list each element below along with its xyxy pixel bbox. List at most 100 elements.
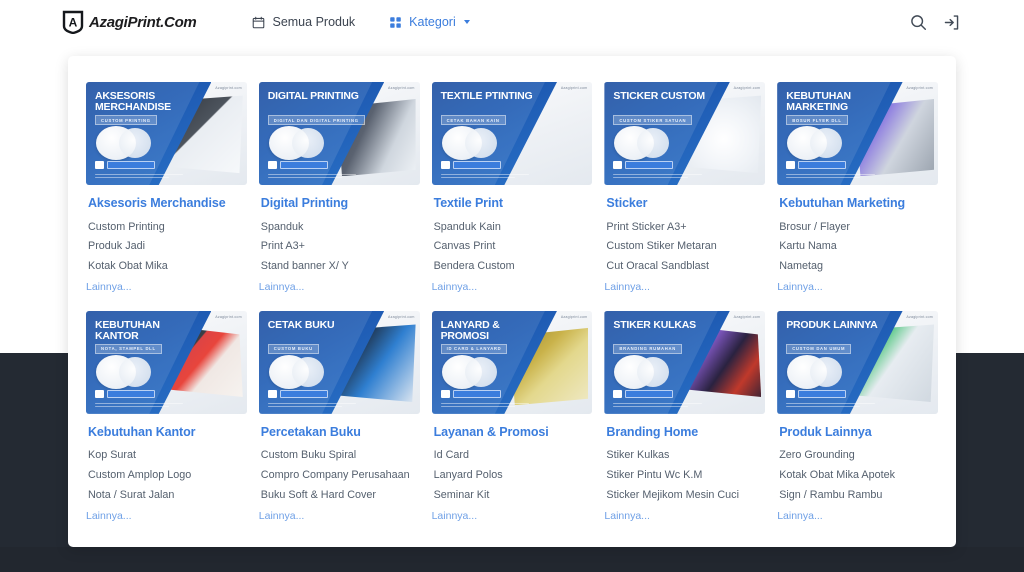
category-banner[interactable]: Azagiprint.com LANYARD & PROMOSI ID CARD… bbox=[432, 311, 593, 414]
category-sub-item[interactable]: Zero Grounding bbox=[779, 446, 938, 466]
category-title[interactable]: Percetakan Buku bbox=[261, 425, 420, 439]
category-banner[interactable]: Azagiprint.com PRODUK LAINNYA CUSTOM DAN… bbox=[777, 311, 938, 414]
category-sub-item[interactable]: Buku Soft & Hard Cover bbox=[261, 485, 420, 505]
banner-subtitle: DIGITAL DAN DIGITAL PRINTING bbox=[268, 115, 365, 125]
category-sub-item[interactable]: Spanduk bbox=[261, 217, 420, 237]
shop-now-pill bbox=[280, 161, 328, 169]
banner-shop-now-button[interactable] bbox=[441, 390, 501, 398]
banner-shop-now-button[interactable] bbox=[441, 161, 501, 169]
category-sub-list: Zero GroundingKotak Obat Mika ApotekSign… bbox=[779, 446, 938, 505]
category-sub-item[interactable]: Stiker Kulkas bbox=[606, 446, 765, 466]
category-title[interactable]: Digital Printing bbox=[261, 196, 420, 210]
category-sub-item[interactable]: Nametag bbox=[779, 257, 938, 277]
category-banner[interactable]: Azagiprint.com STIKER KULKAS BRANDING RU… bbox=[604, 311, 765, 414]
category-sub-item[interactable]: Cut Oracal Sandblast bbox=[606, 257, 765, 277]
login-icon[interactable] bbox=[943, 14, 960, 31]
category-sub-item[interactable]: Kop Surat bbox=[88, 446, 247, 466]
brand-logo[interactable]: A AzagiPrint.Com bbox=[62, 10, 196, 34]
category-sub-item[interactable]: Kartu Nama bbox=[779, 237, 938, 257]
kategori-mega-menu: Azagiprint.com AKSESORIS MERCHANDISE CUS… bbox=[68, 56, 956, 547]
category-sub-item[interactable]: Canvas Print bbox=[434, 237, 593, 257]
category-more-link[interactable]: Lainnya... bbox=[604, 505, 765, 522]
category-sub-item[interactable]: Brosur / Flayer bbox=[779, 217, 938, 237]
category-title[interactable]: Aksesoris Merchandise bbox=[88, 196, 247, 210]
shop-now-pill bbox=[625, 161, 673, 169]
banner-watermark: Azagiprint.com bbox=[561, 86, 588, 90]
category-sub-item[interactable]: Custom Stiker Metaran bbox=[606, 237, 765, 257]
category-more-link[interactable]: Lainnya... bbox=[432, 276, 593, 293]
banner-subtitle: CUSTOM STIKER SATUAN bbox=[613, 115, 692, 125]
category-banner[interactable]: Azagiprint.com DIGITAL PRINTING DIGITAL … bbox=[259, 82, 420, 185]
category-more-link[interactable]: Lainnya... bbox=[86, 276, 247, 293]
banner-shop-now-button[interactable] bbox=[786, 161, 846, 169]
cart-icon bbox=[95, 161, 104, 169]
category-sub-item[interactable]: Custom Buku Spiral bbox=[261, 446, 420, 466]
banner-subtitle: NOTA, STAMPEL DLL bbox=[95, 344, 162, 354]
category-more-link[interactable]: Lainnya... bbox=[604, 276, 765, 293]
banner-thumbnail-secondary bbox=[465, 128, 497, 158]
category-sub-item[interactable]: Lanyard Polos bbox=[434, 466, 593, 486]
category-more-link[interactable]: Lainnya... bbox=[86, 505, 247, 522]
banner-shop-now-button[interactable] bbox=[613, 161, 673, 169]
category-banner[interactable]: Azagiprint.com KEBUTUHAN MARKETING BOSUR… bbox=[777, 82, 938, 185]
category-sub-list: Kop SuratCustom Amplop LogoNota / Surat … bbox=[88, 446, 247, 505]
category-more-link[interactable]: Lainnya... bbox=[259, 276, 420, 293]
banner-shop-now-button[interactable] bbox=[268, 161, 328, 169]
category-title[interactable]: Kebutuhan Marketing bbox=[779, 196, 938, 210]
category-sub-item[interactable]: Nota / Surat Jalan bbox=[88, 485, 247, 505]
category-sub-item[interactable]: Print Sticker A3+ bbox=[606, 217, 765, 237]
category-title[interactable]: Produk Lainnya bbox=[779, 425, 938, 439]
category-title[interactable]: Layanan & Promosi bbox=[434, 425, 593, 439]
nav-semua-produk[interactable]: Semua Produk bbox=[252, 15, 355, 29]
category-banner[interactable]: Azagiprint.com CETAK BUKU CUSTOM BUKU bbox=[259, 311, 420, 414]
search-icon[interactable] bbox=[910, 14, 927, 31]
category-cell-layanan-promosi: Azagiprint.com LANYARD & PROMOSI ID CARD… bbox=[432, 311, 593, 522]
category-sub-item[interactable]: Seminar Kit bbox=[434, 485, 593, 505]
category-banner[interactable]: Azagiprint.com STICKER CUSTOM CUSTOM STI… bbox=[604, 82, 765, 185]
category-title[interactable]: Textile Print bbox=[434, 196, 593, 210]
category-sub-item[interactable]: Produk Jadi bbox=[88, 237, 247, 257]
category-more-link[interactable]: Lainnya... bbox=[777, 276, 938, 293]
banner-shop-now-button[interactable] bbox=[268, 390, 328, 398]
banner-shop-now-button[interactable] bbox=[95, 161, 155, 169]
category-sub-item[interactable]: Compro Company Perusahaan bbox=[261, 466, 420, 486]
banner-fineprint bbox=[95, 403, 183, 409]
category-more-link[interactable]: Lainnya... bbox=[432, 505, 593, 522]
banner-watermark: Azagiprint.com bbox=[906, 315, 933, 319]
category-sub-item[interactable]: Id Card bbox=[434, 446, 593, 466]
nav-kategori[interactable]: Kategori bbox=[389, 15, 470, 29]
cart-icon bbox=[613, 161, 622, 169]
category-title[interactable]: Sticker bbox=[606, 196, 765, 210]
category-more-link[interactable]: Lainnya... bbox=[259, 505, 420, 522]
category-title[interactable]: Branding Home bbox=[606, 425, 765, 439]
category-sub-item[interactable]: Custom Amplop Logo bbox=[88, 466, 247, 486]
category-cell-aksesoris-merchandise: Azagiprint.com AKSESORIS MERCHANDISE CUS… bbox=[86, 82, 247, 293]
row-spacer bbox=[259, 293, 420, 311]
category-banner[interactable]: Azagiprint.com TEXTILE PTINTING CETAK BA… bbox=[432, 82, 593, 185]
banner-shop-now-button[interactable] bbox=[95, 390, 155, 398]
category-banner[interactable]: Azagiprint.com KEBUTUHAN KANTOR NOTA, ST… bbox=[86, 311, 247, 414]
category-banner[interactable]: Azagiprint.com AKSESORIS MERCHANDISE CUS… bbox=[86, 82, 247, 185]
category-sub-item[interactable]: Stand banner X/ Y bbox=[261, 257, 420, 277]
cart-icon bbox=[786, 390, 795, 398]
category-sub-item[interactable]: Stiker Pintu Wc K.M bbox=[606, 466, 765, 486]
category-sub-item[interactable]: Spanduk Kain bbox=[434, 217, 593, 237]
category-more-link[interactable]: Lainnya... bbox=[777, 505, 938, 522]
category-sub-item[interactable]: Print A3+ bbox=[261, 237, 420, 257]
category-sub-list: Custom PrintingProduk JadiKotak Obat Mik… bbox=[88, 217, 247, 276]
category-sub-list: Print Sticker A3+Custom Stiker MetaranCu… bbox=[606, 217, 765, 276]
category-sub-item[interactable]: Kotak Obat Mika bbox=[88, 257, 247, 277]
category-sub-item[interactable]: Bendera Custom bbox=[434, 257, 593, 277]
category-cell-percetakan-buku: Azagiprint.com CETAK BUKU CUSTOM BUKU Pe… bbox=[259, 311, 420, 522]
category-sub-item[interactable]: Kotak Obat Mika Apotek bbox=[779, 466, 938, 486]
category-sub-item[interactable]: Sign / Rambu Rambu bbox=[779, 485, 938, 505]
category-title[interactable]: Kebutuhan Kantor bbox=[88, 425, 247, 439]
banner-shop-now-button[interactable] bbox=[613, 390, 673, 398]
banner-title: TEXTILE PTINTING bbox=[441, 91, 541, 102]
banner-shop-now-button[interactable] bbox=[786, 390, 846, 398]
category-sub-list: Id CardLanyard PolosSeminar Kit bbox=[434, 446, 593, 505]
category-sub-item[interactable]: Custom Printing bbox=[88, 217, 247, 237]
category-sub-item[interactable]: Sticker Mejikom Mesin Cuci bbox=[606, 485, 765, 505]
category-cell-kebutuhan-kantor: Azagiprint.com KEBUTUHAN KANTOR NOTA, ST… bbox=[86, 311, 247, 522]
category-sub-list: SpandukPrint A3+Stand banner X/ Y bbox=[261, 217, 420, 276]
